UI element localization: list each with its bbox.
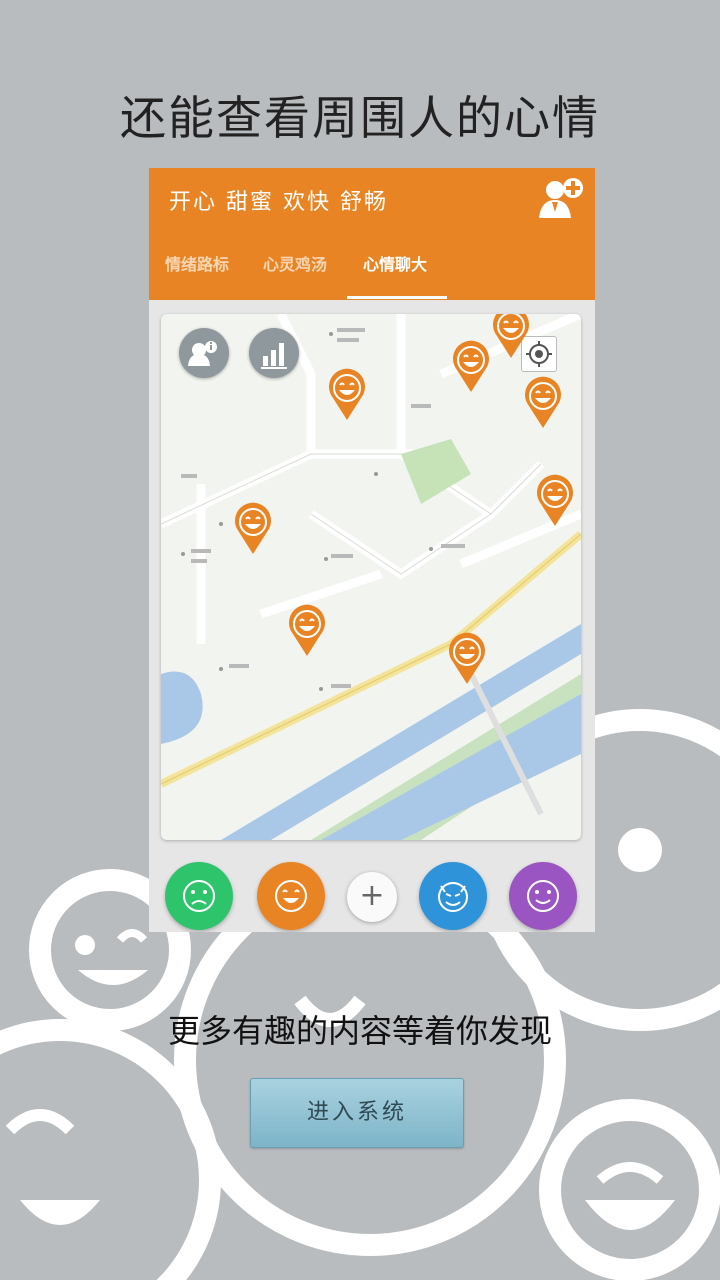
tab-mood-signpost[interactable]: 情绪路标 bbox=[165, 246, 229, 300]
map-streets bbox=[161, 314, 581, 840]
laugh-mood-button[interactable] bbox=[257, 862, 325, 930]
devil-mood-button[interactable] bbox=[419, 862, 487, 930]
enter-system-button[interactable]: 进入系统 bbox=[250, 1078, 464, 1148]
add-mood-button[interactable]: + bbox=[347, 872, 397, 922]
tab-mood-chat[interactable]: 心情聊大 bbox=[363, 246, 427, 300]
add-user-icon[interactable] bbox=[537, 176, 585, 220]
headline: 还能查看周围人的心情 bbox=[120, 91, 600, 145]
app-header: 开心 甜蜜 欢快 舒畅 情绪路标 心灵鸡汤 心情聊大 bbox=[149, 168, 595, 300]
laughing-face-pin-icon[interactable] bbox=[233, 502, 273, 554]
smile-mood-button[interactable] bbox=[509, 862, 577, 930]
laughing-face-pin-icon[interactable] bbox=[451, 340, 491, 392]
laughing-face-pin-icon[interactable] bbox=[535, 474, 575, 526]
smiling-face-icon bbox=[527, 880, 559, 912]
laughing-face-pin-icon[interactable] bbox=[523, 376, 563, 428]
laughing-face-pin-icon[interactable] bbox=[447, 632, 487, 684]
devil-face-icon bbox=[438, 882, 468, 912]
subline: 更多有趣的内容等着你发现 bbox=[167, 1012, 552, 1050]
app-screenshot-frame: 开心 甜蜜 欢快 舒畅 情绪路标 心灵鸡汤 心情聊大 + bbox=[149, 168, 595, 932]
mood-button-bar: + bbox=[149, 854, 595, 932]
sad-face-icon bbox=[183, 880, 215, 912]
active-tab-indicator bbox=[347, 296, 447, 299]
tab-soul-soup[interactable]: 心灵鸡汤 bbox=[263, 246, 327, 300]
laughing-face-pin-icon[interactable] bbox=[327, 368, 367, 420]
tab-bar: 情绪路标 心灵鸡汤 心情聊大 bbox=[149, 246, 595, 300]
mood-map[interactable] bbox=[161, 314, 581, 840]
user-info-icon[interactable] bbox=[179, 328, 229, 378]
laughing-face-pin-icon[interactable] bbox=[491, 314, 531, 358]
stats-chart-icon[interactable] bbox=[249, 328, 299, 378]
sad-mood-button[interactable] bbox=[165, 862, 233, 930]
laughing-face-pin-icon[interactable] bbox=[287, 604, 327, 656]
laughing-face-icon bbox=[275, 880, 307, 912]
moods-title: 开心 甜蜜 欢快 舒畅 bbox=[169, 190, 388, 215]
